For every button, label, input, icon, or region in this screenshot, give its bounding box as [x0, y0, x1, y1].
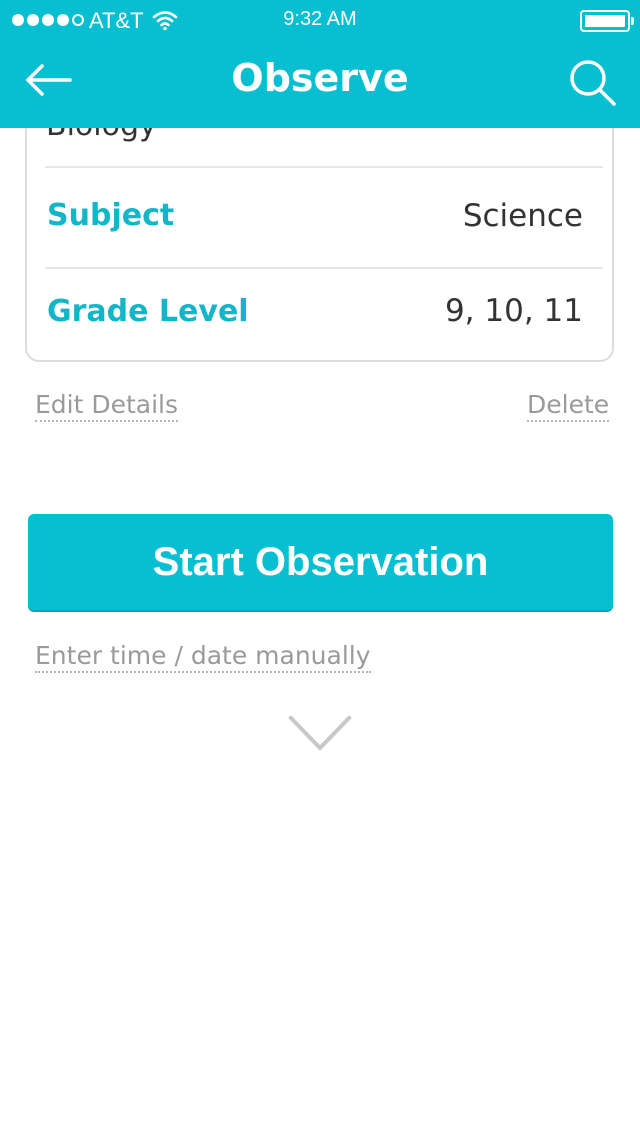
- grade-level-value: 9, 10, 11: [444, 293, 583, 329]
- status-bar: AT&T 9:32 AM: [0, 0, 640, 40]
- start-observation-button[interactable]: Start Observation: [28, 514, 613, 610]
- divider: [45, 166, 603, 168]
- manual-time-date-link[interactable]: Enter time / date manually: [35, 641, 371, 673]
- grade-level-label: Grade Level: [47, 294, 249, 329]
- page-title: Observe: [231, 56, 409, 100]
- search-icon: [570, 60, 616, 106]
- subject-value: Science: [462, 198, 583, 234]
- chevron-down-icon[interactable]: [288, 714, 352, 754]
- delete-link[interactable]: Delete: [527, 390, 610, 422]
- edit-details-link[interactable]: Edit Details: [35, 390, 179, 422]
- battery-icon: [580, 10, 634, 32]
- search-button[interactable]: [564, 56, 620, 108]
- header-bar: AT&T 9:32 AM Observe: [0, 0, 640, 128]
- divider: [45, 267, 603, 269]
- status-time: 9:32 AM: [283, 8, 357, 30]
- subject-label: Subject: [47, 198, 175, 233]
